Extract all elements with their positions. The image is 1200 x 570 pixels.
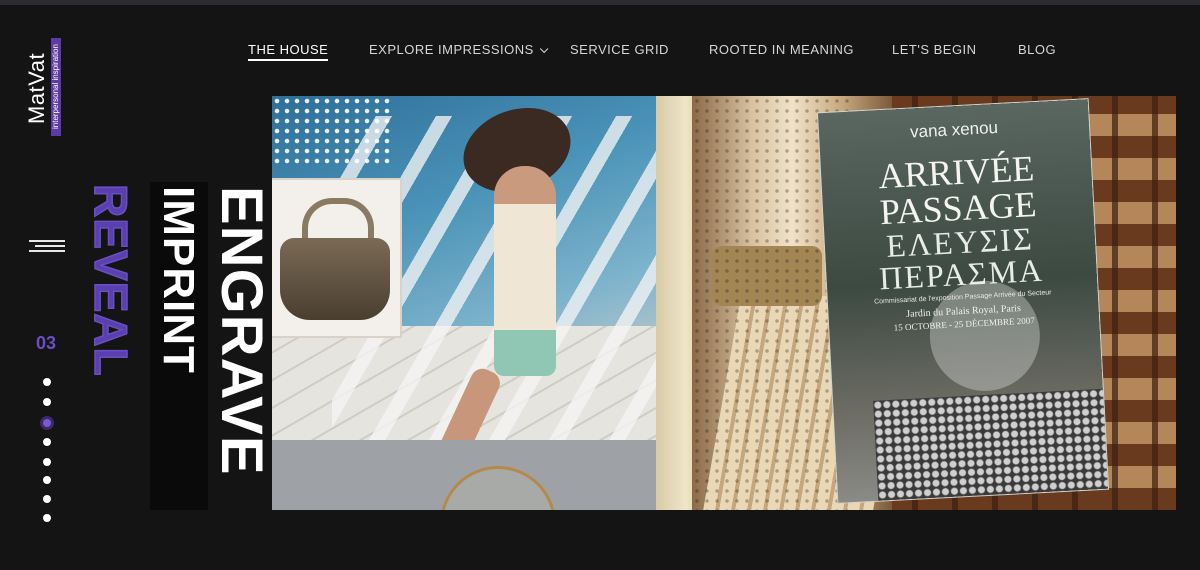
nav-blog[interactable]: BLOG — [1018, 42, 1056, 57]
handbag-photo — [272, 180, 400, 336]
logo-wordmark: MatVat — [24, 52, 49, 124]
dot-pattern — [272, 96, 392, 166]
model-figure — [494, 166, 556, 376]
nav-explore-impressions-label: EXPLORE IMPRESSIONS — [369, 42, 534, 57]
nav-service-grid[interactable]: SERVICE GRID — [570, 42, 669, 57]
slide-number: 03 — [36, 333, 57, 353]
hero-word-imprint: IMPRINT — [154, 186, 203, 374]
slider-dot[interactable] — [43, 378, 51, 386]
slider-dot[interactable] — [43, 514, 51, 522]
slider-dot-active[interactable] — [40, 416, 54, 430]
nav-explore-impressions[interactable]: EXPLORE IMPRESSIONS — [369, 42, 549, 57]
exhibition-poster: vana xenou ARRIVÉE PASSAGE ΕΛΕΥΣΙΣ ΠΕΡΑΣ… — [817, 99, 1109, 503]
top-bar — [0, 0, 1200, 5]
logo-tagline: interpersonal inspiration — [51, 38, 61, 136]
chevron-down-icon — [539, 44, 549, 54]
hero-word-reveal: REVEAL — [84, 183, 138, 377]
hero-word-engrave: ENGRAVE — [209, 186, 274, 476]
poster-author: vana xenou — [909, 117, 999, 142]
handbag — [280, 238, 390, 320]
hero-collage-image: vana xenou ARRIVÉE PASSAGE ΕΛΕΥΣΙΣ ΠΕΡΑΣ… — [272, 96, 1176, 510]
slider-dot[interactable] — [43, 495, 51, 503]
slider-dot[interactable] — [43, 476, 51, 484]
menu-icon[interactable] — [29, 237, 65, 253]
nav-the-house[interactable]: THE HOUSE — [248, 42, 329, 61]
slider-dot[interactable] — [43, 458, 51, 466]
nav-rooted-in-meaning[interactable]: ROOTED IN MEANING — [709, 42, 854, 57]
brand-logo[interactable]: MatVat interpersonal inspiration — [24, 36, 68, 140]
poster-rubble — [873, 388, 1109, 501]
nav-lets-begin[interactable]: LET'S BEGIN — [892, 42, 977, 57]
slider-dot[interactable] — [43, 398, 51, 406]
slider-dot[interactable] — [43, 438, 51, 446]
